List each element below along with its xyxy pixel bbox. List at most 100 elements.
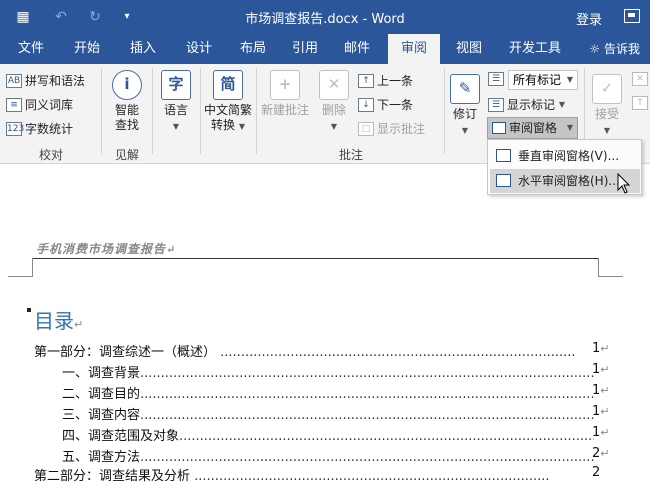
tab-review[interactable]: 审阅 bbox=[388, 34, 440, 64]
group-label-proofing: 校对 bbox=[38, 148, 63, 162]
previous-comment-button[interactable]: ↑ 上一条 bbox=[358, 72, 413, 89]
tab-file[interactable]: 文件 bbox=[8, 34, 54, 64]
toc-entry[interactable]: 四、调查范围及对象...............................… bbox=[62, 425, 594, 444]
delete-comment-button[interactable]: ✕ 删除 ▼ bbox=[316, 70, 352, 134]
next-comment-button[interactable]: ↓ 下一条 bbox=[358, 96, 413, 113]
toc-page-number: 1↵ bbox=[592, 341, 610, 356]
margin-mark bbox=[8, 276, 33, 277]
previous-comment-icon: ↑ bbox=[358, 73, 374, 88]
paragraph-bullet bbox=[27, 308, 31, 312]
toc-page-number: 1↵ bbox=[592, 383, 610, 398]
delete-comment-icon: ✕ bbox=[319, 70, 349, 100]
show-markup-icon: ☰ bbox=[488, 97, 504, 112]
language-icon: 字 bbox=[161, 70, 191, 100]
language-button[interactable]: 字语言 ▼ bbox=[156, 70, 196, 134]
accept-icon: ✓ bbox=[592, 74, 622, 104]
tab-layout[interactable]: 布局 bbox=[230, 34, 276, 64]
title-bar: ▦ ↶ ↻ ▾ 市场调查报告.docx - Word 登录 bbox=[0, 0, 650, 34]
toc-entry[interactable]: 五、调查方法..................................… bbox=[62, 446, 594, 465]
paragraph-mark: ↵ bbox=[74, 318, 84, 331]
thesaurus-button[interactable]: ≡ 同义词库 bbox=[6, 96, 73, 113]
margin-mark bbox=[598, 258, 599, 276]
page-header-text: 手机消费市场调查报告↵ bbox=[36, 242, 177, 256]
accept-button[interactable]: ✓ 接受 ▼ bbox=[590, 74, 624, 138]
previous-change-icon-wrap[interactable]: ↑ bbox=[632, 96, 650, 110]
toc-entry[interactable]: 三、调查内容..................................… bbox=[62, 404, 594, 423]
reviewing-pane-icon bbox=[492, 122, 506, 134]
group-separator bbox=[200, 68, 201, 154]
show-comments-icon: □ bbox=[358, 121, 374, 136]
show-comments-button[interactable]: □ 显示批注 bbox=[358, 120, 425, 137]
toc-page-number: 1↵ bbox=[592, 404, 610, 419]
markup-select[interactable]: 所有标记 ▼ bbox=[508, 70, 578, 90]
new-comment-button[interactable]: + 新建批注 bbox=[258, 70, 312, 118]
previous-change-icon: ↑ bbox=[632, 96, 648, 110]
header-rule bbox=[32, 258, 599, 259]
group-separator bbox=[152, 68, 153, 154]
reject-icon: ✕ bbox=[632, 72, 648, 86]
toc-page-number: 1↵ bbox=[592, 425, 610, 440]
spelling-icon: AB bbox=[6, 73, 22, 88]
chevron-down-icon: ▼ bbox=[558, 100, 565, 109]
login-link[interactable]: 登录 bbox=[576, 9, 602, 28]
chevron-down-icon: ▼ bbox=[461, 126, 469, 135]
chevron-down-icon: ▼ bbox=[603, 126, 611, 135]
thesaurus-icon: ≡ bbox=[6, 97, 22, 112]
track-changes-icon: ✎ bbox=[450, 74, 480, 104]
lightbulb-icon: ☼ bbox=[589, 42, 601, 56]
chinese-conversion-icon: 简 bbox=[213, 70, 243, 100]
tab-design[interactable]: 设计 bbox=[176, 34, 222, 64]
toc-page-number: 2↵ bbox=[592, 446, 610, 461]
toc-leader: ........................................… bbox=[179, 429, 594, 444]
tell-me[interactable]: ☼ 告诉我 bbox=[589, 34, 640, 64]
word-count-icon: 123 bbox=[6, 121, 25, 136]
tab-insert[interactable]: 插入 bbox=[120, 34, 166, 64]
window-title: 市场调查报告.docx - Word bbox=[245, 12, 405, 27]
info-icon: i bbox=[112, 70, 142, 100]
toc-entry[interactable]: 二、调查目的..................................… bbox=[62, 383, 594, 402]
word-count-button[interactable]: 123 字数统计 bbox=[6, 120, 73, 137]
tab-references[interactable]: 引用 bbox=[282, 34, 328, 64]
toc-leader: ........................................… bbox=[140, 450, 594, 465]
next-comment-icon: ↓ bbox=[358, 97, 374, 112]
tab-view[interactable]: 视图 bbox=[446, 34, 492, 64]
group-separator bbox=[256, 68, 257, 154]
new-comment-icon: + bbox=[270, 70, 300, 100]
markup-icon-wrap: ☰ bbox=[488, 72, 507, 86]
chinese-conversion-button[interactable]: 简中文简繁 转换 ▼ bbox=[202, 70, 254, 134]
toc-page-number: 2 bbox=[592, 465, 601, 480]
group-label-insights: 见解 bbox=[114, 148, 139, 162]
ribbon-display-options-icon[interactable] bbox=[624, 9, 640, 23]
tab-mailings[interactable]: 邮件 bbox=[334, 34, 380, 64]
mouse-cursor-icon bbox=[617, 173, 631, 194]
toc-title: 目录↵ bbox=[34, 309, 84, 333]
show-markup-button[interactable]: ☰ 显示标记 ▼ bbox=[488, 96, 565, 113]
spelling-grammar-button[interactable]: AB 拼写和语法 bbox=[6, 72, 85, 89]
toc-leader: ........................................… bbox=[140, 408, 594, 423]
menu-item-vertical-pane[interactable]: 垂直审阅窗格(V)... bbox=[490, 144, 640, 168]
toc-entry[interactable]: 第一部分：调查综述一（概述） .........................… bbox=[34, 341, 594, 360]
reject-icon-wrap[interactable]: ✕ bbox=[632, 72, 650, 86]
toc-leader: ........................................… bbox=[140, 387, 594, 402]
chevron-down-icon: ▼ bbox=[172, 122, 180, 131]
ribbon-tabs: 文件 开始 插入 设计 布局 引用 邮件 审阅 视图 开发工具 ☼ 告诉我 bbox=[0, 34, 650, 64]
toc-leader: ........................................… bbox=[216, 345, 576, 360]
toc-page-number: 1↵ bbox=[592, 362, 610, 377]
toc-entry[interactable]: 一、调查背景..................................… bbox=[62, 362, 594, 381]
display-review-icon: ☰ bbox=[488, 72, 504, 86]
toc-leader: ........................................… bbox=[190, 469, 550, 484]
tab-home[interactable]: 开始 bbox=[64, 34, 110, 64]
chevron-down-icon: ▼ bbox=[566, 75, 573, 84]
reviewing-pane-button[interactable]: 审阅窗格 ▼ bbox=[487, 117, 578, 139]
chevron-down-icon: ▼ bbox=[238, 122, 245, 131]
smart-lookup-button[interactable]: i 智能 查找 bbox=[106, 70, 148, 133]
margin-mark bbox=[32, 258, 33, 276]
group-separator bbox=[444, 68, 445, 154]
chevron-down-icon: ▼ bbox=[566, 123, 573, 132]
chevron-down-icon: ▼ bbox=[330, 122, 338, 131]
track-changes-button[interactable]: ✎ 修订 ▼ bbox=[448, 74, 482, 138]
margin-mark bbox=[598, 276, 623, 277]
toc-leader: ........................................… bbox=[140, 366, 594, 381]
tab-developer[interactable]: 开发工具 bbox=[500, 34, 570, 64]
group-separator bbox=[101, 68, 102, 154]
